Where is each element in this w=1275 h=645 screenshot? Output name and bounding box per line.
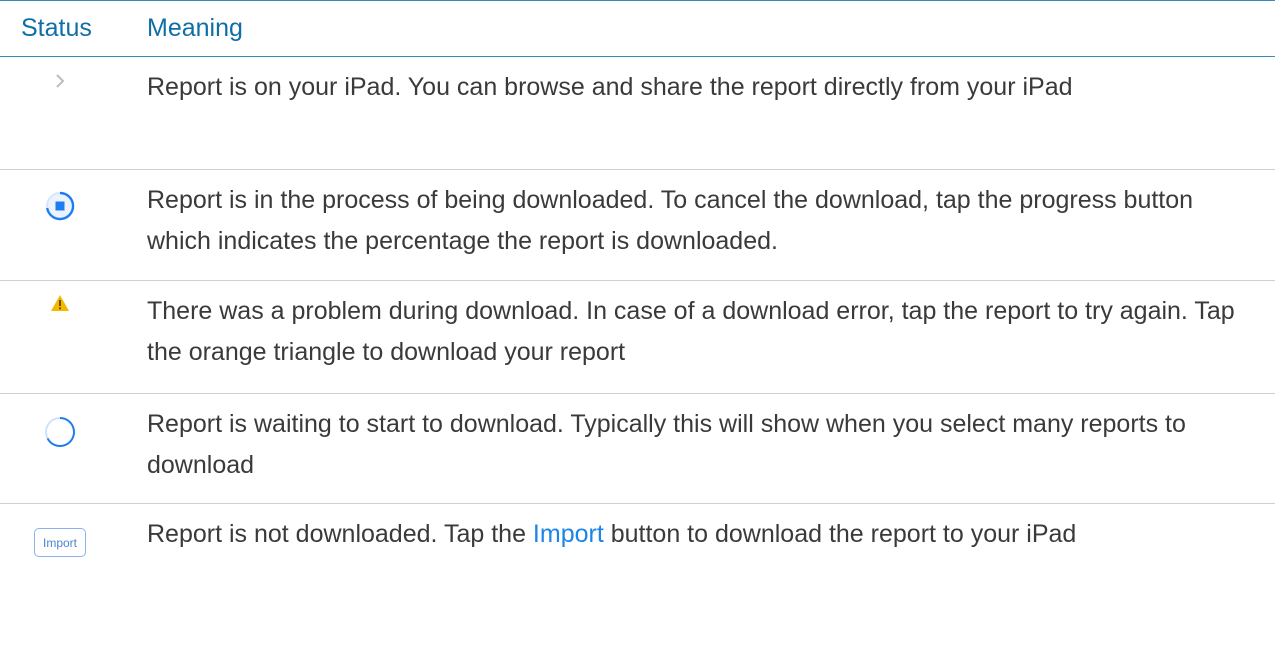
- meaning-text: Report is waiting to start to download. …: [147, 410, 1186, 479]
- status-cell: [0, 170, 120, 221]
- import-button-icon[interactable]: Import: [34, 528, 86, 557]
- chevron-right-icon: [56, 74, 65, 88]
- import-link[interactable]: Import: [533, 520, 604, 548]
- meaning-text: Report is on your iPad. You can browse a…: [147, 73, 1073, 101]
- table-row: Report is in the process of being downlo…: [0, 170, 1275, 281]
- table-row: Import Report is not downloaded. Tap the…: [0, 504, 1275, 643]
- meaning-text-before: Report is not downloaded. Tap the: [147, 520, 533, 548]
- status-legend-table: Status Meaning Report is on your iPad. Y…: [0, 0, 1275, 643]
- table-row: Report is waiting to start to download. …: [0, 394, 1275, 504]
- meaning-text: Report is not downloaded. Tap the Import…: [147, 504, 1275, 558]
- waiting-spinner-icon: [45, 417, 75, 447]
- meaning-text: Report is in the process of being downlo…: [147, 186, 1194, 255]
- meaning-text-after: button to download the report to your iP…: [603, 520, 1077, 548]
- meaning-column-header: Meaning: [147, 14, 243, 42]
- warning-triangle-icon[interactable]: [50, 294, 70, 312]
- status-cell: [0, 281, 120, 312]
- status-cell: [0, 394, 120, 449]
- status-cell: Import: [0, 504, 120, 557]
- table-row: Report is on your iPad. You can browse a…: [0, 57, 1275, 170]
- status-column-header: Status: [21, 14, 92, 42]
- table-header: Status Meaning: [0, 0, 1275, 57]
- download-progress-icon[interactable]: [45, 191, 75, 221]
- meaning-text: There was a problem during download. In …: [147, 297, 1235, 366]
- table-row: There was a problem during download. In …: [0, 281, 1275, 394]
- status-cell: [0, 57, 120, 89]
